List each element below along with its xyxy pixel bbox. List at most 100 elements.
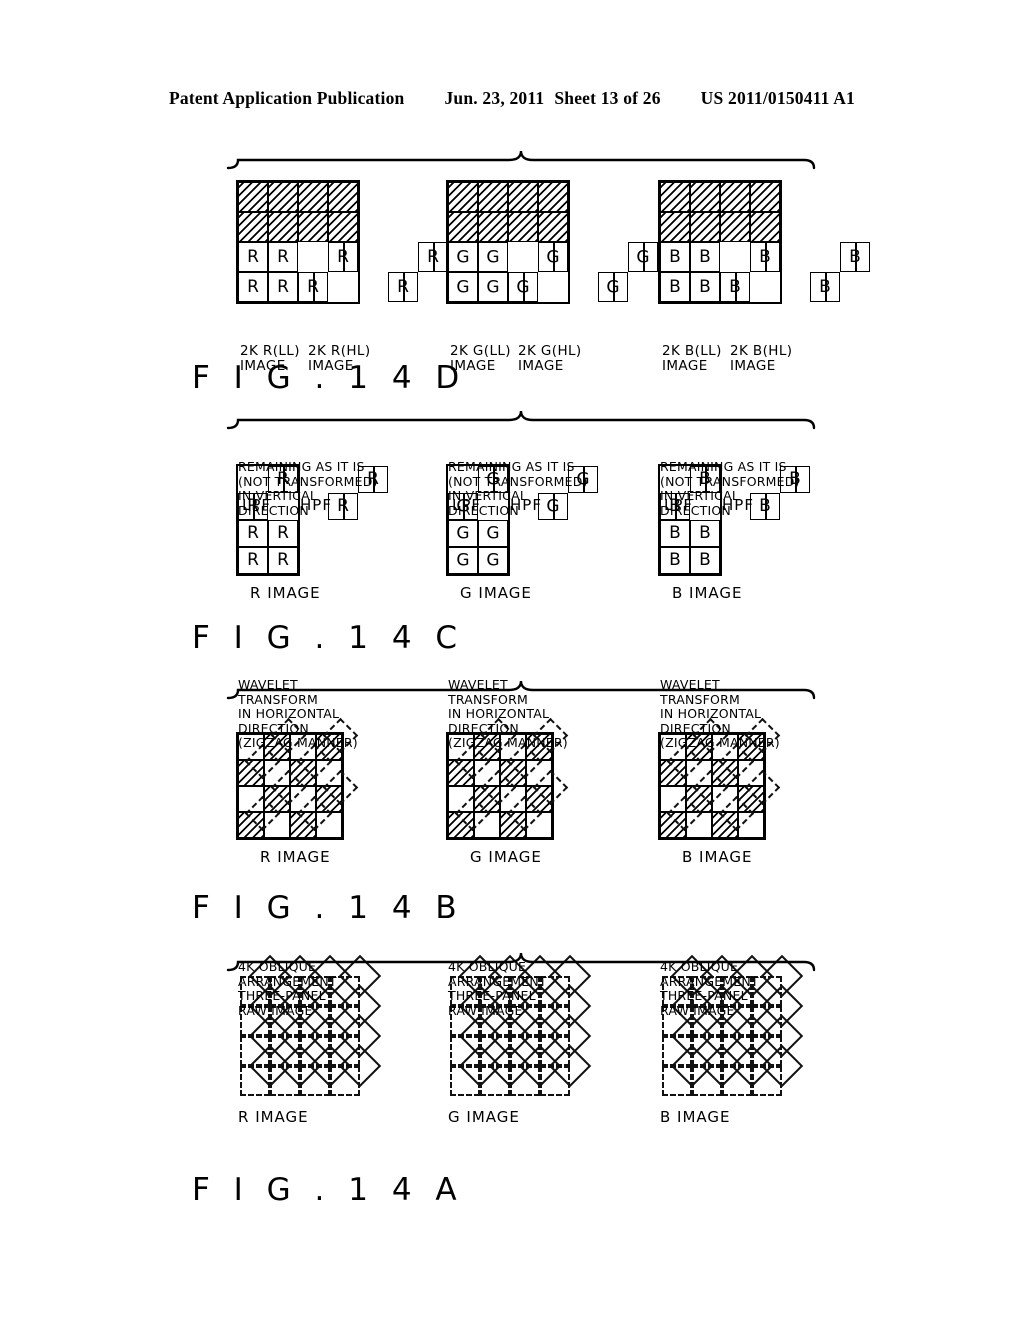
text-line: RAW IMAGE <box>448 1002 523 1018</box>
text-line: IN HORIZONTAL <box>238 706 340 721</box>
letter-cell: B <box>690 520 720 547</box>
letter-cell: B <box>690 272 720 302</box>
text-line: DIRECTION <box>238 502 309 518</box>
cell-letter: B <box>669 247 681 268</box>
text-line: RAW IMAGE <box>238 1002 313 1018</box>
text-line: 2K R(HL) <box>308 343 371 359</box>
text-line: (ZIGZAG MANNER) <box>448 735 568 750</box>
text-line: DIRECTION <box>660 502 731 518</box>
text-line: 2K G(HL) <box>518 343 582 359</box>
text-line: 2K B(LL) <box>662 343 722 359</box>
annotation-text: REMAINING AS IT IS (NOT TRANSFORMED) IN VE… <box>238 459 378 518</box>
letter-cell: B <box>690 547 720 574</box>
figure-row-fig14d-b: 2K B(LL) IMAGE 2K B(HL) IMAGE B B B B B B B B <box>654 100 870 374</box>
grouping-brace <box>226 150 816 170</box>
letter-cell: B <box>660 242 690 272</box>
cell-letter: R <box>247 277 259 297</box>
text-line: R IMAGE <box>238 1108 309 1126</box>
figure-row-fig14c-g: G IMAGE G G G G G G G G LPF HPF REMAINING AS IT IS(… <box>442 360 642 620</box>
grouping-brace <box>226 410 816 430</box>
text-line: (ZIGZAG MANNER) <box>238 735 358 750</box>
annotation-text: REMAINING AS IT IS (NOT TRANSFORMED) IN VE… <box>660 459 800 518</box>
image-label: B IMAGE <box>672 584 743 602</box>
cell-letter: G <box>636 247 650 267</box>
text-line: IMAGE <box>662 358 708 374</box>
grouping-brace <box>226 680 816 700</box>
hatched-cell <box>328 182 358 212</box>
cell-letter: B <box>699 247 711 268</box>
text-line: DIRECTION <box>448 720 519 736</box>
text-line: 2K R(LL) <box>240 343 300 359</box>
cell-letter: G <box>546 247 560 267</box>
text-line: (NOT TRANSFORMED) <box>238 473 378 489</box>
figure-row-fig14d-r: 2K R(LL) IMAGE 2K R(HL) IMAGE R R R R R R R R <box>232 100 448 374</box>
cell-letter: R <box>277 247 289 267</box>
letter-cell: R <box>238 547 268 574</box>
cell-letter: R <box>277 523 289 544</box>
hatched-cell <box>660 182 690 212</box>
letter-cell: G <box>508 272 538 302</box>
cell-letter: B <box>759 247 771 268</box>
cell-letter: B <box>669 550 681 571</box>
letter-cell: R <box>328 242 358 272</box>
image-label: G IMAGE <box>470 848 542 866</box>
image-label: R IMAGE <box>250 584 321 602</box>
text-line: B IMAGE <box>660 1108 731 1126</box>
hatched-cell <box>238 182 268 212</box>
text-line: IMAGE <box>240 358 286 374</box>
cell-letter: R <box>427 247 439 267</box>
letter-cell: B <box>690 242 720 272</box>
image-label: R IMAGE <box>238 1108 309 1126</box>
hatched-cell <box>328 212 358 242</box>
text-line: REMAINING AS IT IS <box>660 459 787 474</box>
letter-cell: G <box>448 547 478 574</box>
text-line: IMAGE <box>308 358 354 374</box>
cell-letter: B <box>819 277 831 298</box>
hatched-cell <box>448 212 478 242</box>
text-line: B IMAGE <box>672 584 743 602</box>
image-label: G IMAGE <box>448 1108 520 1126</box>
text-line: ARRANGEMENT <box>448 973 547 989</box>
hatched-cell <box>538 212 568 242</box>
text-line: IN HORIZONTAL <box>448 706 550 721</box>
figure-row-fig14c-b: B IMAGE B B B B B B B B LPF HPF REMAINING AS IT IS(… <box>654 360 854 620</box>
grouping-brace <box>226 952 816 972</box>
subband-grid: GGGGGGGG <box>446 180 658 304</box>
figure-row-fig14b-r: R IMAGE WAVELET TRANSFORM IN HORIZONTAL DIRE… <box>232 630 432 890</box>
letter-cell: B <box>660 547 690 574</box>
image-label: G IMAGE <box>460 584 532 602</box>
figure-row-fig14c-r: R IMAGE R R R R R R R R LPF HPF REMAINING AS IT IS(… <box>232 360 432 620</box>
hatched-cell <box>268 182 298 212</box>
hl-image-label: 2K G(HL) IMAGE <box>518 343 582 374</box>
letter-cell: G <box>478 520 508 547</box>
hatched-cell <box>238 212 268 242</box>
letter-cell: G <box>448 242 478 272</box>
text-line: 2K B(HL) <box>730 343 793 359</box>
cell-letter: R <box>247 247 259 267</box>
cell-letter: G <box>486 523 500 544</box>
cell-letter: R <box>307 277 319 297</box>
figure-sheet: F I G . 1 4 AR IMAGE 4K OBLIQUE ARRANGEMEN… <box>192 100 870 1220</box>
text-line: 2K G(LL) <box>450 343 511 359</box>
figure-title-fig14c: F I G . 1 4 C <box>192 620 465 656</box>
subband-grid: RRRRRRRR <box>236 180 448 304</box>
cell-letter: B <box>699 523 711 544</box>
hl-image-label: 2K R(HL) IMAGE <box>308 343 371 374</box>
cell-letter: G <box>456 550 470 571</box>
letter-cell: B <box>750 242 780 272</box>
text-line: IMAGE <box>450 358 496 374</box>
cell-letter: B <box>699 550 711 571</box>
text-line: IN VERTICAL <box>238 488 318 503</box>
hl-image-label: 2K B(HL) IMAGE <box>730 343 793 374</box>
text-line: B IMAGE <box>682 848 753 866</box>
image-label: B IMAGE <box>682 848 753 866</box>
cell-letter: G <box>456 277 470 297</box>
figure-row-fig14d-g: 2K G(LL) IMAGE 2K G(HL) IMAGE G G G G G G G G <box>442 100 658 374</box>
hatched-cell <box>720 212 750 242</box>
cell-letter: R <box>247 523 259 544</box>
annotation-text: REMAINING AS IT IS (NOT TRANSFORMED) IN VE… <box>448 459 588 518</box>
letter-cell: G <box>598 272 628 302</box>
cell-letter: G <box>486 247 500 267</box>
letter-cell: B <box>660 272 690 302</box>
text-line: IN HORIZONTAL <box>660 706 762 721</box>
